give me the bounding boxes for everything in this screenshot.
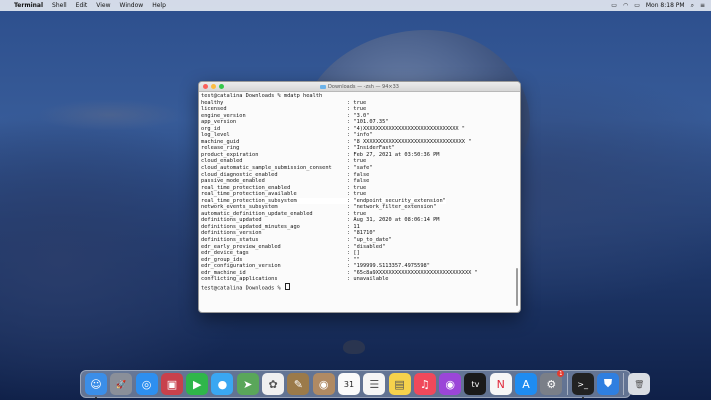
prompt-text: test@catalina Downloads % [201,285,284,292]
text-cursor [284,282,290,291]
output-value: : "safe" [347,165,373,172]
menu-help[interactable]: Help [152,2,166,9]
folder-icon [320,84,327,89]
notes-brown-icon[interactable]: ✎ [287,373,310,395]
output-value: : "network_filter_extension" [347,204,437,211]
output-value: : [] [347,250,360,257]
system-preferences-icon[interactable]: ⚙ 1 [540,370,565,395]
app-store-icon[interactable]: A [515,373,538,395]
notification-badge: 1 [557,370,565,377]
output-value: : true [347,158,367,165]
screen-mirror-icon[interactable]: ▭ [611,2,617,9]
safari-icon[interactable]: ◎ [135,373,158,395]
output-value: : "info" [347,132,373,139]
calendar-icon[interactable]: 31 [337,373,360,395]
output-value: : "3.0" [347,112,370,119]
output-value: : "8 XXXXXXXXXXXXXXXXXXXXXXXXXXXXXXXX " [347,138,472,145]
photo-booth-icon[interactable]: ▣ [160,373,183,395]
facetime-icon[interactable]: ▶ [186,373,209,395]
menu-edit[interactable]: Edit [76,2,88,9]
dock-separator [623,373,625,395]
dock: ☺ 🚀 ◎ ▣ ▶ ● ➤ ✿ ✎ ◉ 31 ☰ ▤ ♫ ◉ tv N A ⚙ 1 >_ ⛊ 🗑 [80,370,651,399]
output-value: : "199999.S113357.4975598" [347,263,430,270]
close-button[interactable] [203,84,208,89]
output-value: : "InsiderFast" [347,145,395,152]
output-value: : "endpoint_security_extension" [347,197,446,204]
search-icon[interactable]: ⌕ [691,2,694,10]
terminal-window[interactable]: Downloads — -zsh — 94×33 test@catalina D… [198,81,521,313]
output-value: : true [347,99,367,106]
scrollbar[interactable] [516,92,519,308]
terminal-output[interactable]: test@catalina Downloads % mdatp health h… [201,93,514,310]
news-icon[interactable]: N [489,373,512,395]
output-value: : Feb 27, 2021 at 03:50:36 PM [347,151,440,158]
clock[interactable]: Mon 8:18 PM [646,2,685,9]
output-value: : true [347,191,367,198]
notes-icon[interactable]: ▤ [388,373,411,395]
dock-separator [566,373,568,395]
output-value: : Aug 31, 2020 at 08:06:14 PM [347,217,440,224]
output-value: : unavailable [347,276,389,283]
menu-shell[interactable]: Shell [52,2,67,9]
menu-bar: Terminal Shell Edit View Window Help ▭ ◠… [0,0,711,11]
menu-app-terminal[interactable]: Terminal [14,2,43,9]
output-value: : "65c8a9XXXXXXXXXXXXXXXXXXXXXXXXXXXXXX … [347,269,478,276]
running-indicator [95,397,97,399]
reminders-icon[interactable]: ☰ [363,373,386,395]
output-value: : "81710" [347,230,376,237]
scrollbar-thumb[interactable] [516,268,518,306]
output-value: : true [347,106,367,113]
launchpad-icon[interactable]: 🚀 [110,373,133,395]
battery-icon[interactable]: ▭ [634,2,640,9]
music-icon[interactable]: ♫ [413,373,436,395]
wallpaper-rock [343,340,365,354]
output-value: : "disabled" [347,243,386,250]
podcasts-icon[interactable]: ◉ [439,373,462,395]
status-area: ▭ ◠ ▭ Mon 8:18 PM ⌕ ≡ [611,0,705,11]
output-value: : true [347,184,367,191]
wifi-icon[interactable]: ◠ [623,2,628,9]
finder-icon[interactable]: ☺ [85,373,107,399]
output-value: : "4)XXXXXXXXXXXXXXXXXXXXXXXXXXXXXX " [347,125,465,132]
maps-icon[interactable]: ➤ [236,373,259,395]
minimize-button[interactable] [211,84,216,89]
terminal-icon[interactable]: >_ [571,373,594,399]
prompt-line[interactable]: test@catalina Downloads % [201,282,514,292]
window-title: Downloads — -zsh — 94×33 [328,83,399,90]
control-center-icon[interactable]: ≡ [700,2,705,9]
window-titlebar[interactable]: Downloads — -zsh — 94×33 [199,82,520,92]
contacts-icon[interactable]: ◉ [312,373,335,395]
menu-view[interactable]: View [96,2,110,9]
output-value: : "101.07.35" [347,119,389,126]
defender-icon[interactable]: ⛊ [596,373,619,395]
apple-tv-icon[interactable]: tv [464,373,487,395]
messages-icon[interactable]: ● [211,373,234,395]
output-value: : 11 [347,223,360,230]
menu-window[interactable]: Window [120,2,144,9]
wallpaper-distant-island [40,100,180,130]
photos-icon[interactable]: ✿ [262,373,285,395]
output-value: : true [347,210,367,217]
output-value: : false [347,171,370,178]
trash-icon[interactable]: 🗑 [628,373,651,395]
output-value: : false [347,178,370,185]
running-indicator [581,397,584,399]
zoom-button[interactable] [219,84,224,89]
output-value: : "up_to_date" [347,237,392,244]
output-value: : "" [347,256,360,263]
